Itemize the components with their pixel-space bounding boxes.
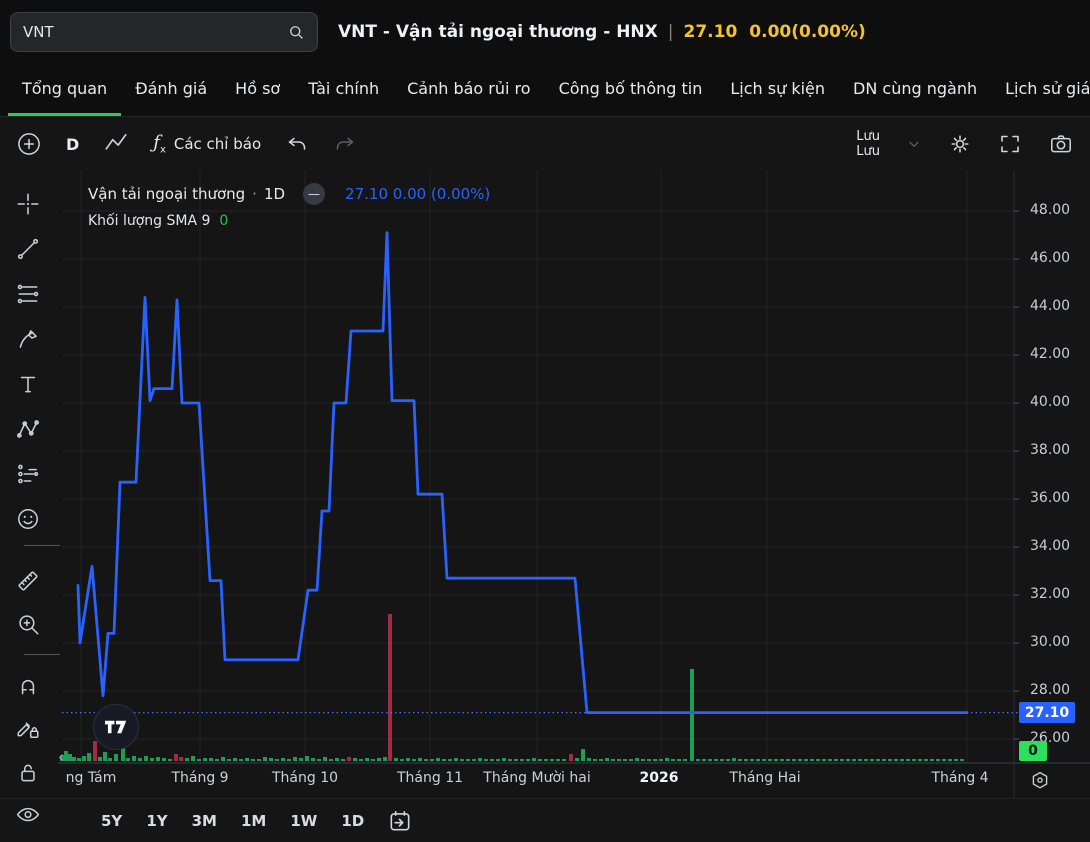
crosshair-icon[interactable]	[14, 190, 42, 218]
price-axis-label: 36.00	[1030, 490, 1086, 506]
price-axis-label: 34.00	[1030, 538, 1086, 554]
legend-interval: 1D	[264, 185, 285, 203]
volume-axis-badge: 0	[1019, 741, 1047, 761]
symbol-search-input[interactable]: VNT	[10, 12, 318, 52]
legend-symbol: Vận tải ngoại thương	[88, 185, 245, 203]
chevron-down-icon[interactable]	[906, 136, 922, 152]
tab-9[interactable]: Lịch sử giá	[991, 64, 1090, 116]
symbol-change: 0.00(0.00%)	[749, 22, 865, 42]
timeframe-3m[interactable]: 3M	[185, 808, 224, 834]
drawing-toolbar	[0, 171, 62, 842]
lock-icon[interactable]	[14, 759, 42, 787]
price-axis-label: 30.00	[1030, 634, 1086, 650]
toolbar-divider	[24, 654, 60, 655]
symbol-name: VNT - Vận tải ngoại thương - HNX	[338, 22, 658, 42]
text-icon[interactable]	[14, 370, 42, 398]
price-axis-label: 32.00	[1030, 586, 1086, 602]
time-axis-label: Tháng Mười hai	[483, 770, 590, 786]
price-axis-label: 44.00	[1030, 298, 1086, 314]
chart-legend: Vận tải ngoại thương · 1D — 27.10 0.00 (…	[88, 183, 490, 229]
title-separator: |	[668, 22, 674, 42]
legend-quote: 27.10 0.00 (0.00%)	[345, 185, 490, 203]
ruler-icon[interactable]	[14, 567, 42, 595]
magnet-icon[interactable]	[14, 672, 42, 700]
hide-series-button[interactable]: —	[303, 183, 325, 205]
timeframe-1d[interactable]: 1D	[334, 808, 371, 834]
chart-toolbar: D ƒx Các chỉ báo LưuLưu	[0, 117, 1090, 171]
timeframe-bar: 5Y 1Y 3M 1M 1W 1D	[0, 798, 1090, 842]
timeframe-1y[interactable]: 1Y	[139, 808, 174, 834]
time-axis-label: Tháng 10	[272, 770, 338, 786]
redo-icon[interactable]	[333, 132, 357, 156]
emoji-icon[interactable]	[14, 505, 42, 533]
page-tabs: Tổng quanĐánh giáHồ sơTài chínhCảnh báo …	[0, 64, 1090, 116]
time-axis-label: Tháng Hai	[729, 770, 800, 786]
fullscreen-icon[interactable]	[998, 132, 1022, 156]
tradingview-logo[interactable]	[93, 704, 139, 750]
xabcd-pattern-icon[interactable]	[14, 415, 42, 443]
timeframe-1m[interactable]: 1M	[234, 808, 273, 834]
toolbar-divider	[24, 545, 60, 546]
tab-3[interactable]: Hồ sơ	[221, 64, 294, 116]
time-axis-label: Tháng 9	[171, 770, 228, 786]
tab-7[interactable]: Lịch sự kiện	[716, 64, 839, 116]
settings-gear-icon[interactable]	[948, 132, 972, 156]
indicators-button[interactable]: ƒx Các chỉ báo	[153, 132, 261, 156]
fib-retracement-icon[interactable]	[14, 280, 42, 308]
tab-1[interactable]: Tổng quan	[8, 64, 121, 116]
price-axis-label: 40.00	[1030, 394, 1086, 410]
chart-style-icon[interactable]	[103, 131, 129, 157]
trend-line-icon[interactable]	[14, 235, 42, 263]
symbol-price: 27.10	[684, 22, 738, 42]
camera-snapshot-icon[interactable]	[1048, 131, 1074, 157]
brush-icon[interactable]	[14, 325, 42, 353]
forecast-icon[interactable]	[14, 460, 42, 488]
symbol-title: VNT - Vận tải ngoại thương - HNX | 27.10…	[338, 22, 866, 42]
search-value: VNT	[23, 23, 54, 41]
tab-8[interactable]: DN cùng ngành	[839, 64, 991, 116]
top-bar: VNT VNT - Vận tải ngoại thương - HNX | 2…	[0, 0, 1090, 64]
add-compare-icon[interactable]	[16, 131, 42, 157]
time-axis-label: Tháng 4	[931, 770, 988, 786]
price-axis-label: 38.00	[1030, 442, 1086, 458]
tab-6[interactable]: Công bố thông tin	[545, 64, 717, 116]
go-to-date-icon[interactable]	[387, 808, 413, 834]
tab-4[interactable]: Tài chính	[294, 64, 393, 116]
undo-icon[interactable]	[285, 132, 309, 156]
timeframe-5y[interactable]: 5Y	[94, 808, 129, 834]
price-axis-label: 28.00	[1030, 682, 1086, 698]
timeframe-1w[interactable]: 1W	[283, 808, 324, 834]
legend-volume-label: Khối lượng SMA 9	[88, 213, 210, 229]
indicators-label: Các chỉ báo	[174, 135, 261, 153]
price-axis-label: 46.00	[1030, 250, 1086, 266]
tab-2[interactable]: Đánh giá	[121, 64, 221, 116]
time-axis-label: Tháng 11	[397, 770, 463, 786]
tab-5[interactable]: Cảnh báo rủi ro	[393, 64, 544, 116]
zoom-in-icon[interactable]	[14, 610, 42, 638]
interval-button[interactable]: D	[66, 135, 79, 154]
fx-icon: ƒx	[153, 132, 166, 156]
draw-lock-icon[interactable]	[14, 714, 42, 742]
legend-volume-value: 0	[219, 213, 228, 229]
price-axis-label: 42.00	[1030, 346, 1086, 362]
current-price-badge: 27.10	[1019, 702, 1075, 723]
search-icon	[287, 23, 305, 41]
axis-settings-icon[interactable]	[1028, 769, 1052, 793]
save-button[interactable]: LưuLưu	[856, 129, 880, 159]
time-axis-label: ng Tám	[66, 770, 117, 786]
time-axis-label: 2026	[640, 770, 679, 786]
price-axis-label: 48.00	[1030, 202, 1086, 218]
chart-panel: D ƒx Các chỉ báo LưuLưu	[0, 116, 1090, 842]
